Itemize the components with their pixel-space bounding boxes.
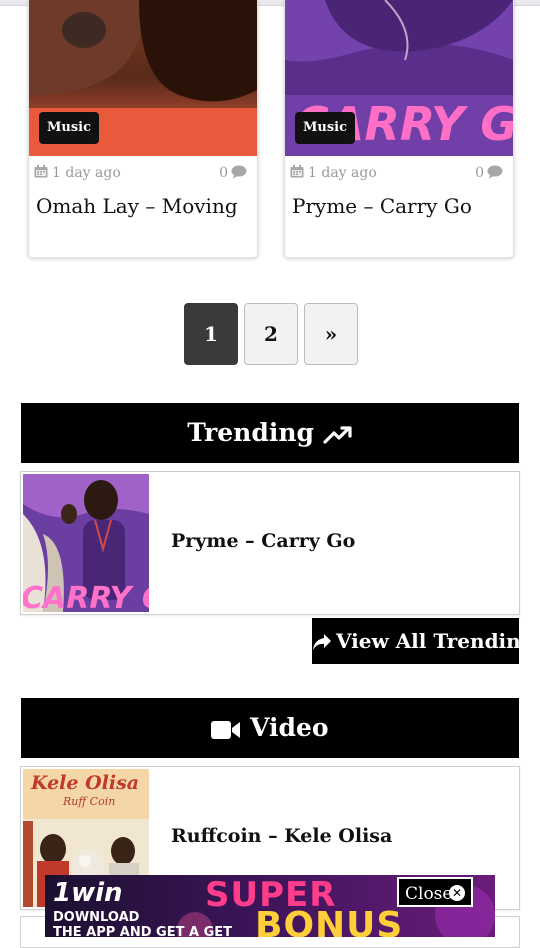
ad-line-1: DOWNLOAD xyxy=(53,910,140,925)
view-all-trending-label: View All Trending xyxy=(336,629,535,653)
ad-banner[interactable]: 1win DOWNLOAD THE APP AND GET A GET SUPE… xyxy=(45,875,495,937)
trending-item-title[interactable]: Pryme – Carry Go xyxy=(171,530,355,552)
calendar-icon xyxy=(290,165,304,178)
trending-item[interactable]: CARRY G Pryme – Carry Go xyxy=(20,471,520,615)
page-1-button[interactable]: 1 xyxy=(184,303,238,365)
comment-icon xyxy=(231,165,247,179)
category-badge[interactable]: Music xyxy=(39,112,100,144)
svg-text:Kele Olisa: Kele Olisa xyxy=(30,772,139,794)
post-title[interactable]: Omah Lay – Moving xyxy=(36,194,238,218)
trending-heading-text: Trending xyxy=(187,418,314,447)
page-2-button[interactable]: 2 xyxy=(244,303,298,365)
trending-up-icon xyxy=(323,425,352,444)
comment-count[interactable]: 0 xyxy=(475,165,503,181)
video-heading: Video xyxy=(21,698,519,758)
next-page-button[interactable]: » xyxy=(304,303,358,365)
trending-heading: Trending xyxy=(21,403,519,463)
post-card[interactable]: CARRY G Music 1 day ago 0 Pryme – Carry … xyxy=(284,0,514,258)
ad-line-2: THE APP AND GET A GET xyxy=(53,925,233,937)
close-icon: ✕ xyxy=(449,885,465,901)
ad-close-button[interactable]: Close ✕ xyxy=(397,877,473,907)
trending-thumbnail[interactable]: CARRY G xyxy=(23,474,149,612)
svg-text:CARRY G: CARRY G xyxy=(23,581,149,612)
calendar-icon xyxy=(34,165,48,178)
category-badge[interactable]: Music xyxy=(295,112,356,144)
post-date: 1 day ago xyxy=(290,165,377,181)
svg-text:Ruff Coin: Ruff Coin xyxy=(62,795,115,808)
post-title[interactable]: Pryme – Carry Go xyxy=(292,194,472,218)
post-card[interactable]: Music 1 day ago 0 Omah Lay – Moving xyxy=(28,0,258,258)
comment-count-text: 0 xyxy=(219,165,228,181)
comment-icon xyxy=(487,165,503,179)
ad-headline-2: BONUS xyxy=(255,905,404,937)
comment-count-text: 0 xyxy=(475,165,484,181)
post-date-text: 1 day ago xyxy=(308,165,377,181)
ad-close-label: Close xyxy=(405,884,453,904)
post-date-text: 1 day ago xyxy=(52,165,121,181)
post-date: 1 day ago xyxy=(34,165,121,181)
video-item-title[interactable]: Ruffcoin – Kele Olisa xyxy=(171,825,392,847)
video-heading-text: Video xyxy=(250,713,329,742)
share-icon xyxy=(313,634,331,650)
ad-brand: 1win xyxy=(53,878,123,908)
view-all-trending-button[interactable]: View All Trending xyxy=(312,618,535,664)
comment-count[interactable]: 0 xyxy=(219,165,247,181)
video-camera-icon xyxy=(211,720,241,739)
